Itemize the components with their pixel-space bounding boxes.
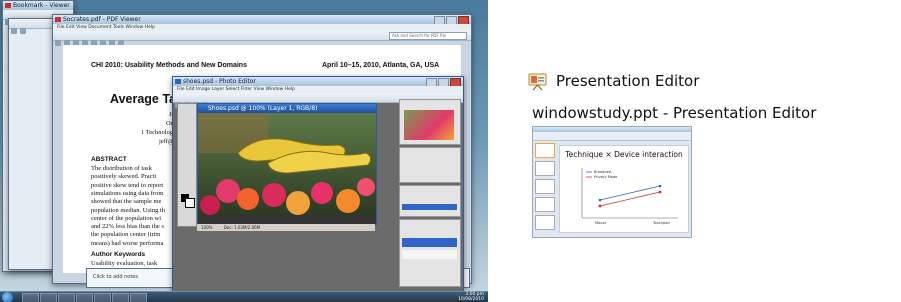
preview-slide-thumb — [535, 179, 555, 194]
legend-broadcast: Broadcast — [594, 170, 612, 174]
preview-ribbon — [533, 132, 691, 141]
background-color-swatch[interactable] — [185, 198, 195, 208]
layers-panel[interactable] — [399, 219, 461, 287]
abstract-line: center of the population wi — [91, 214, 162, 222]
preview-slide-list — [535, 143, 555, 233]
app-name: Presentation Editor — [556, 72, 700, 90]
taskbar-button[interactable] — [40, 293, 57, 302]
layer-row[interactable] — [402, 250, 457, 259]
abstract-line: The distribution of task — [91, 165, 152, 172]
image-status-bar: 100% Doc: 1.03M/2.06M — [197, 224, 375, 231]
preview-slide-thumb — [535, 143, 555, 158]
taskbar-button[interactable] — [112, 293, 129, 302]
taskbar-button[interactable] — [22, 293, 39, 302]
doc-size: Doc: 1.03M/2.06M — [223, 225, 261, 230]
layer-row-selected[interactable] — [402, 238, 457, 247]
keywords-heading: Author Keywords — [91, 251, 146, 258]
category-mouse: Mouse — [595, 221, 607, 225]
paper-header-right: April 10–15, 2010, Atlanta, GA, USA — [322, 62, 440, 69]
preview-slide: Technique × Device interaction Broadcast… — [559, 145, 689, 233]
tools-panel[interactable] — [177, 103, 197, 227]
presentation-editor-icon — [528, 73, 547, 91]
window-switcher-panel: Presentation Editor windowstudy.ppt - Pr… — [488, 0, 901, 302]
preview-slide-thumb — [535, 215, 555, 230]
pdf-app-icon — [55, 17, 61, 22]
minimize-button[interactable] — [426, 78, 437, 86]
zoom-level: 100% — [201, 225, 213, 230]
pdf-viewer-title: Socrates.pdf - PDF Viewer — [63, 16, 141, 23]
shoes-photo — [198, 113, 376, 215]
photo-app-icon — [175, 79, 181, 84]
open-icon[interactable] — [55, 40, 61, 46]
abstract-line: positive skew tend to report — [91, 181, 164, 189]
abstract-heading: ABSTRACT — [91, 156, 127, 163]
navigator-panel[interactable] — [399, 99, 461, 145]
minimize-button[interactable] — [434, 16, 445, 24]
pdf-menubar[interactable]: File Edit View Document Tools Window Hel… — [53, 24, 471, 31]
image-document-title: Shoes.psd @ 100% (Layer 1, RGB/8) — [208, 105, 318, 112]
bookmark-window-title: Bookmark - Viewer — [13, 2, 70, 9]
taskbar-button[interactable] — [58, 293, 75, 302]
photo-editor-title: shoes.psd - Photo Editor — [183, 78, 256, 85]
legend-privacy: Privacy Mode — [594, 175, 618, 179]
window-title[interactable]: windowstudy.ppt - Presentation Editor — [532, 102, 816, 124]
abstract-line: means) had worse performa — [91, 239, 164, 247]
notes-placeholder[interactable]: Click to add notes — [93, 274, 138, 280]
taskbar: 3:00 pm 10/08/2010 — [0, 291, 488, 302]
preview-slide-thumb — [535, 197, 555, 212]
preview-slide-thumb — [535, 161, 555, 176]
history-selected-item[interactable] — [402, 204, 457, 210]
history-panel[interactable] — [399, 185, 461, 217]
taskbar-button[interactable] — [130, 293, 147, 302]
abstract-line: and 22% less bias than the s — [91, 223, 164, 231]
window-preview[interactable]: Technique × Device interaction Broadcast… — [532, 126, 692, 238]
maximize-button[interactable] — [446, 16, 457, 24]
app-icon — [5, 3, 11, 8]
abstract-line: showed that the sample me — [91, 198, 162, 206]
paper-title: Average Ta — [110, 92, 177, 106]
window-controls[interactable] — [426, 78, 461, 86]
clock-date: 10/08/2010 — [458, 296, 484, 302]
window-controls[interactable] — [434, 16, 469, 24]
pdf-viewer-titlebar[interactable]: Socrates.pdf - PDF Viewer — [53, 15, 471, 24]
abstract-line: simulations using data from — [91, 189, 164, 197]
navigator-thumbnail — [404, 110, 454, 140]
photo-editor-window[interactable]: shoes.psd - Photo Editor File Edit Image… — [172, 76, 464, 292]
taskbar-button[interactable] — [94, 293, 111, 302]
image-document-window[interactable]: Shoes.psd @ 100% (Layer 1, RGB/8) — [197, 103, 377, 225]
desktop-screenshot: Bookmark - Viewer Technique × Technique … — [0, 0, 488, 302]
bookmark-window-titlebar[interactable]: Bookmark - Viewer — [3, 1, 73, 10]
photo-menubar[interactable]: File Edit Image Layer Select Filter View… — [173, 86, 463, 93]
close-button[interactable] — [458, 16, 469, 24]
image-document-titlebar[interactable]: Shoes.psd @ 100% (Layer 1, RGB/8) — [198, 104, 376, 113]
abstract-line: positively skewed. Practi — [91, 173, 157, 181]
preview-slide-title: Technique × Device interaction — [565, 150, 683, 159]
paper-header-left: CHI 2010: Usability Methods and New Doma… — [91, 62, 247, 69]
pdf-search-box[interactable]: Ask and Search for PDF file — [389, 32, 467, 40]
abstract-line: population median. Using th — [91, 206, 166, 214]
abstract-line: the population center (trim — [91, 231, 161, 239]
pdf-toolbar: Ask and Search for PDF file — [53, 31, 471, 46]
taskbar-button[interactable] — [76, 293, 93, 302]
photo-editor-titlebar[interactable]: shoes.psd - Photo Editor — [173, 77, 463, 86]
maximize-button[interactable] — [438, 78, 449, 86]
taskbar-clock[interactable]: 3:00 pm 10/08/2010 — [458, 292, 484, 302]
color-panel[interactable] — [399, 147, 461, 183]
start-button[interactable] — [2, 292, 13, 302]
close-button[interactable] — [450, 78, 461, 86]
category-touchpad: Touchpad — [653, 221, 670, 225]
